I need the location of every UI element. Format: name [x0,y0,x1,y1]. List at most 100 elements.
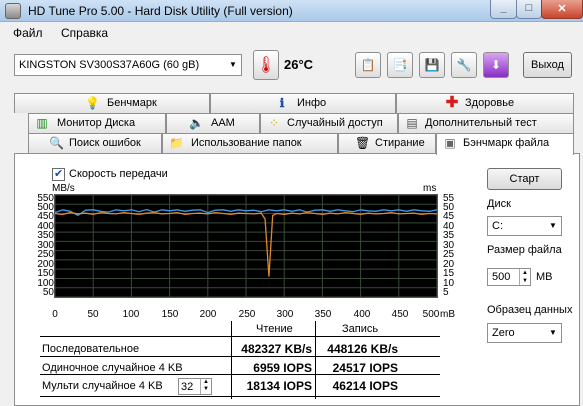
menu-bar: Файл Справка [0,22,583,42]
drive-select-value: KINGSTON SV300S37A60G (60 gB) [19,59,200,71]
write-value: 46214 IOPS [332,379,398,393]
tab-erase[interactable]: 🗑 Стирание [338,133,436,153]
title-bar: HD Tune Pro 5.00 - Hard Disk Utility (Fu… [0,0,583,22]
read-value: 18134 IOPS [246,379,312,393]
table-separator [40,336,440,337]
copy-info-button[interactable]: 📋 [355,52,381,78]
x-tick: 50 [87,309,99,320]
trash-icon: 🗑 [355,136,371,150]
tab-health[interactable]: ✚ Здоровье [396,93,574,113]
exit-button[interactable]: Выход [523,52,572,78]
transfer-rate-checkbox[interactable]: ✔ [52,168,65,181]
exit-label: Выход [531,59,564,71]
scatter-icon: ⁘ [268,116,280,130]
thermometer-icon: 🌡 [255,57,277,74]
stepper-arrows-icon[interactable]: ▲ ▼ [519,269,530,285]
file-benchmark-icon: ▣ [444,136,456,150]
chart-icon: ▥ [36,116,48,130]
tab-file-benchmark[interactable]: ▣ Бэнчмарк файла [436,133,574,155]
tab-aam[interactable]: 🔈 AAM [166,113,260,133]
chevron-down-icon: ▼ [549,221,557,230]
x-tick: 400 [353,309,371,320]
table-separator [40,356,440,357]
tab-label: Инфо [297,97,327,109]
close-icon: ✕ [557,3,567,15]
start-button[interactable]: Старт [487,168,562,190]
tab-folder-usage[interactable]: 📁 Использование папок [162,133,338,153]
table-separator [40,396,440,397]
tab-label: Бенчмарк [107,97,157,109]
tab-disk-monitor[interactable]: ▥ Монитор Диска [28,113,166,133]
tab-benchmark[interactable]: 💡 Бенчмарк [14,93,210,113]
tab-label: AAM [211,117,235,129]
row-label: Последовательное [42,343,140,355]
transfer-rate-label: Скорость передачи [69,168,168,180]
x-tick: 250 [238,309,256,320]
copy-all-icon: 📑 [392,58,408,72]
tab-error-scan[interactable]: 🔍 Поиск ошибок [28,133,162,153]
y-tick: 50 [42,287,54,298]
menu-file[interactable]: Файл [13,26,43,40]
drive-select[interactable]: KINGSTON SV300S37A60G (60 gB) ▼ [14,54,242,76]
queue-depth-stepper[interactable]: 32 ▲ ▼ [178,378,212,395]
tab-info[interactable]: ℹ Инфо [210,93,396,113]
table-divider [315,321,316,399]
x-tick: 0 [52,309,58,320]
minimize-button[interactable]: _ [490,0,517,19]
file-size-stepper[interactable]: 500 ▲ ▼ [487,268,531,286]
pattern-select[interactable]: Zero ▼ [487,323,562,343]
x-tick: 350 [314,309,332,320]
x-axis-unit: mB [440,309,455,320]
chevron-down-icon: ▼ [549,328,557,337]
tab-label: Бэнчмарк файла [463,137,550,149]
disk-value: C: [492,220,503,232]
minimize-icon: _ [500,2,507,14]
checkmark-icon: ✔ [54,168,64,180]
x-tick: 300 [276,309,294,320]
temperature-button[interactable]: 🌡 [253,50,279,80]
app-icon [5,3,21,19]
write-value: 24517 IOPS [332,361,398,375]
tab-row-2: ▥ Монитор Диска 🔈 AAM ⁘ Случайный доступ… [14,113,574,133]
copy-all-button[interactable]: 📑 [387,52,413,78]
tab-label: Использование папок [191,137,302,149]
x-tick: 200 [199,309,217,320]
maximize-icon: □ [525,2,533,14]
tab-label: Поиск ошибок [69,137,141,149]
download-icon: ⬇ [490,58,502,72]
tab-label: Случайный доступ [287,117,383,129]
maximize-button[interactable]: □ [516,0,542,19]
x-tick: 100 [122,309,140,320]
tab-row-3: 🔍 Поиск ошибок 📁 Использование папок 🗑 С… [14,133,574,155]
col-header-write: Запись [342,323,379,335]
menu-help[interactable]: Справка [61,26,108,40]
save-button[interactable]: 💾 [419,52,445,78]
row-label: Мульти случайное 4 KB [42,380,163,392]
transfer-chart [54,194,438,298]
y2-tick: 5 [443,287,449,298]
tab-label: Здоровье [465,97,515,109]
row-label: Одиночное случайное 4 KB [42,362,183,374]
tab-extra-tests[interactable]: ▤ Дополнительный тест [398,113,574,133]
window-title: HD Tune Pro 5.00 - Hard Disk Utility (Fu… [28,4,293,18]
tab-row-1: 💡 Бенчмарк ℹ Инфо ✚ Здоровье [14,93,574,113]
folder-icon: 📁 [169,136,184,150]
file-size-unit: MB [536,271,553,283]
stepper-arrows-icon[interactable]: ▲ ▼ [200,379,211,394]
disk-select[interactable]: C: ▼ [487,216,562,236]
magnifier-icon: 🔍 [49,136,64,150]
save-icon: 💾 [424,58,440,72]
table-separator [40,374,440,375]
tab-label: Дополнительный тест [425,117,537,129]
col-header-read: Чтение [256,323,293,335]
chart-svg [54,194,438,298]
health-cross-icon: ✚ [445,94,459,111]
download-button[interactable]: ⬇ [483,52,509,78]
tab-random-access[interactable]: ⁘ Случайный доступ [260,113,398,133]
options-button[interactable]: 🔧 [451,52,477,78]
speaker-icon: 🔈 [189,116,204,130]
file-size-label: Размер файла [487,244,562,256]
list-icon: ▤ [406,116,418,130]
close-button[interactable]: ✕ [541,0,583,19]
toolbar: KINGSTON SV300S37A60G (60 gB) ▼ 🌡 26°C 📋… [0,42,583,90]
